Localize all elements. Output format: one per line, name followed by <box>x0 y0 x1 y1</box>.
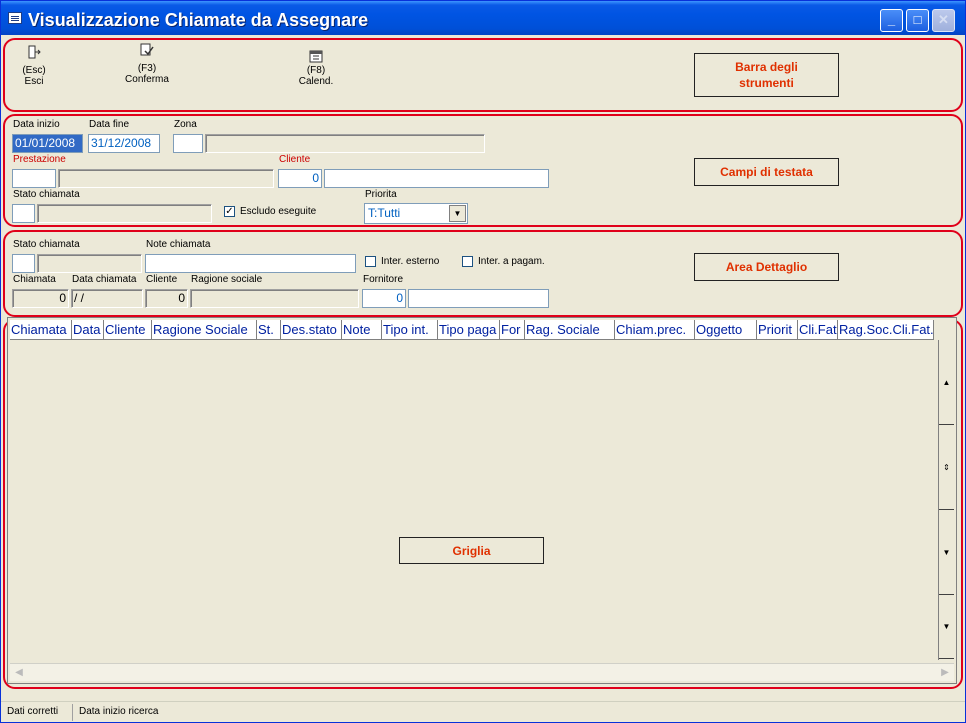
confirm-label: Conferma <box>125 74 169 85</box>
call-notes-field[interactable] <box>145 254 356 273</box>
priority-label: Priorita <box>365 189 397 200</box>
zone-label: Zona <box>174 119 197 130</box>
grid-column-header[interactable]: Ragione Sociale <box>152 320 257 340</box>
zone-code-field[interactable] <box>173 134 203 153</box>
call-notes-label: Note chiamata <box>146 239 211 250</box>
call-number-field: 0 <box>12 289 69 308</box>
grid-column-header[interactable]: For <box>500 320 525 340</box>
main-window: Visualizzazione Chiamate da Assegnare _ … <box>0 0 966 723</box>
exclude-done-label: Escludo eseguite <box>240 206 317 217</box>
call-status-code-field[interactable] <box>12 204 35 223</box>
confirm-tool-button[interactable]: (F3) Conferma <box>119 43 175 85</box>
grid-column-header[interactable]: Tipo paga <box>438 320 500 340</box>
scroll-left-icon[interactable]: ◀ <box>10 664 28 681</box>
external-label: Inter. esterno <box>381 256 440 267</box>
header-callout: Campi di testata <box>694 158 839 186</box>
grid-header: Chiamata Data Cliente Ragione Sociale St. Des… <box>10 320 934 340</box>
detail-call-status-label: Stato chiamata <box>13 239 80 250</box>
paid-checkbox[interactable] <box>462 256 473 267</box>
grid-column-header[interactable]: Des.stato <box>281 320 342 340</box>
scroll-page-icon[interactable]: ⇕ <box>939 425 954 510</box>
call-number-label: Chiamata <box>13 274 56 285</box>
call-status-description-field <box>37 204 212 223</box>
client-label: Cliente <box>279 154 311 165</box>
external-checkbox[interactable] <box>365 256 376 267</box>
zone-description-field <box>205 134 485 153</box>
scroll-up-icon[interactable]: ▲ <box>939 340 954 425</box>
calendar-tool-button[interactable]: (F8) Calend. <box>293 49 339 87</box>
company-name-field <box>190 289 359 308</box>
service-code-field[interactable] <box>12 169 56 188</box>
status-bar: Dati corretti Data inizio ricerca <box>1 701 965 722</box>
service-description-field <box>58 169 274 188</box>
exit-door-icon <box>27 45 41 59</box>
detail-call-status-code[interactable] <box>12 254 35 273</box>
detail-call-status-description <box>37 254 142 273</box>
start-date-label: Data inizio <box>13 119 60 130</box>
grid-column-header[interactable]: Rag.Soc.Cli.Fat. <box>838 320 934 340</box>
grid-column-header[interactable]: Cli.Fat <box>798 320 838 340</box>
scroll-right-icon[interactable]: ▶ <box>936 664 954 681</box>
grid-column-header[interactable]: Chiamata <box>10 320 72 340</box>
priority-select[interactable]: T:Tutti ▼ <box>364 203 468 224</box>
grid-column-header[interactable]: Oggetto <box>695 320 757 340</box>
grid-column-header[interactable]: Note <box>342 320 382 340</box>
call-date-field: / / <box>71 289 143 308</box>
supplier-label: Fornitore <box>363 274 404 285</box>
paid-label: Inter. a pagam. <box>478 256 545 267</box>
scroll-down-icon[interactable]: ▼ <box>939 510 954 595</box>
vertical-scrollbar[interactable]: ▲ ⇕ ▼ ▼ <box>938 340 954 660</box>
status-hint: Data inizio ricerca <box>79 706 159 717</box>
toolbar-callout: Barra degli strumenti <box>694 53 839 97</box>
grid-column-header[interactable]: Tipo int. <box>382 320 438 340</box>
exit-tool-button[interactable]: (Esc) Esci <box>17 45 51 87</box>
chevron-down-icon[interactable]: ▼ <box>449 205 466 222</box>
results-grid[interactable]: Chiamata Data Cliente Ragione Sociale St. Des… <box>7 317 957 684</box>
calendar-label: Calend. <box>298 76 334 87</box>
service-label: Prestazione <box>13 154 66 165</box>
start-date-field[interactable]: 01/01/2008 <box>12 134 83 153</box>
supplier-code-field[interactable]: 0 <box>362 289 406 308</box>
grid-column-header[interactable]: St. <box>257 320 281 340</box>
supplier-name-field[interactable] <box>408 289 549 308</box>
window-menu-icon[interactable] <box>8 12 22 24</box>
maximize-button[interactable]: □ <box>906 9 929 32</box>
detail-client-label: Cliente <box>146 274 178 285</box>
calendar-key: (F8) <box>306 65 326 76</box>
grid-column-header[interactable]: Data <box>72 320 104 340</box>
exclude-done-checkbox[interactable]: ✓ <box>224 206 235 217</box>
detail-client-field: 0 <box>145 289 188 308</box>
window-title: Visualizzazione Chiamate da Assegnare <box>28 10 369 30</box>
confirm-key: (F3) <box>137 63 157 74</box>
end-date-label: Data fine <box>89 119 130 130</box>
client-name-field[interactable] <box>324 169 549 188</box>
company-name-label: Ragione sociale <box>191 274 263 285</box>
exit-key: (Esc) <box>22 65 46 76</box>
end-date-field[interactable]: 31/12/2008 <box>88 134 160 153</box>
scroll-end-icon[interactable]: ▼ <box>939 595 954 659</box>
client-code-field[interactable]: 0 <box>278 169 322 188</box>
detail-callout: Area Dettaglio <box>694 253 839 281</box>
exit-label: Esci <box>24 76 44 87</box>
status-message: Dati corretti <box>3 704 73 721</box>
grid-column-header[interactable]: Priorit <box>757 320 798 340</box>
minimize-button[interactable]: _ <box>880 9 903 32</box>
call-status-label: Stato chiamata <box>13 189 80 200</box>
confirm-check-icon <box>140 43 154 57</box>
close-button[interactable]: ✕ <box>932 9 955 32</box>
title-bar[interactable]: Visualizzazione Chiamate da Assegnare _ … <box>1 1 965 35</box>
priority-value: T:Tutti <box>368 206 401 220</box>
grid-column-header[interactable]: Chiam.prec. <box>615 320 695 340</box>
grid-callout: Griglia <box>399 537 544 564</box>
call-date-label: Data chiamata <box>72 274 137 285</box>
calendar-icon <box>309 49 323 63</box>
horizontal-scrollbar[interactable]: ◀ ▶ <box>10 663 954 681</box>
grid-column-header[interactable]: Rag. Sociale <box>525 320 615 340</box>
grid-column-header[interactable]: Cliente <box>104 320 152 340</box>
